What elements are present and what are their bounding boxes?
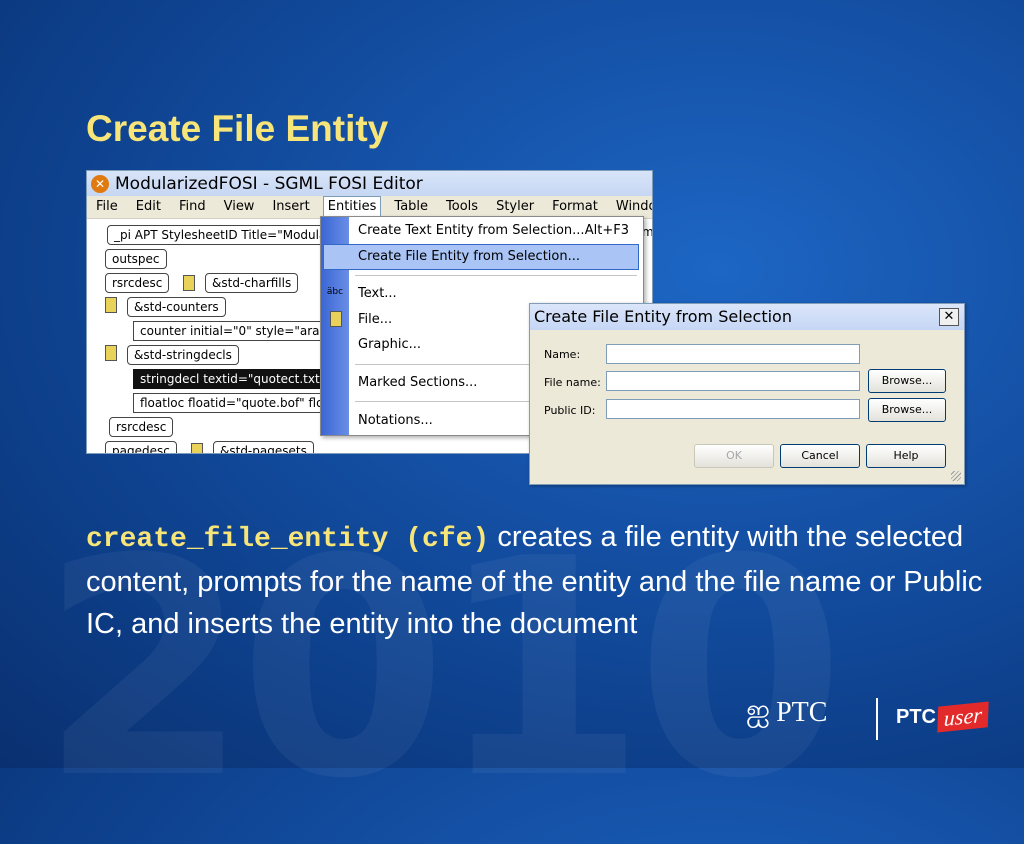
resize-grip-icon[interactable]: [951, 471, 961, 481]
menu-separator: [355, 275, 637, 276]
command-code: create_file_entity (cfe): [86, 524, 490, 555]
menu-window[interactable]: Windo: [607, 197, 652, 217]
menu-styler[interactable]: Styler: [487, 197, 543, 217]
entity-icon: [183, 275, 195, 291]
create-file-entity-dialog: Create File Entity from Selection ✕ Name…: [529, 303, 965, 485]
logo-divider: [876, 698, 878, 740]
ptc-user-logo: PTC user: [896, 701, 989, 733]
tag-std-counters[interactable]: &std-counters: [127, 297, 226, 317]
ptc-logo-text: PTC: [776, 697, 828, 728]
menu-table[interactable]: Table: [385, 197, 437, 217]
tag-pagedesc[interactable]: pagedesc: [105, 441, 177, 453]
text-entity-icon: äbc: [326, 287, 344, 297]
menu-notations-label: Notations...: [358, 413, 433, 428]
tag-std-stringdecls[interactable]: &std-stringdecls: [127, 345, 239, 365]
menu-text-label: Text...: [358, 286, 397, 301]
tag-counter[interactable]: counter initial="0" style="arabic": [133, 321, 350, 341]
ptc-logo: ஐ PTC: [746, 694, 827, 732]
menu-graphic-label: Graphic...: [358, 337, 422, 352]
cancel-button[interactable]: Cancel: [780, 444, 860, 468]
menu-create-file-entity[interactable]: Create File Entity from Selection...: [323, 244, 639, 270]
menu-create-text-entity-label: Create Text Entity from Selection...: [358, 223, 585, 238]
entity-icon: [105, 345, 117, 361]
entity-icon: [191, 443, 203, 453]
tag-std-charfills[interactable]: &std-charfills: [205, 273, 299, 293]
tag-pi[interactable]: _pi APT StylesheetID Title="Modular: [107, 225, 339, 245]
menu-edit[interactable]: Edit: [127, 197, 170, 217]
user-badge: user: [937, 701, 989, 733]
menu-tools[interactable]: Tools: [437, 197, 487, 217]
ok-button[interactable]: OK: [694, 444, 774, 468]
entity-icon: [105, 297, 117, 313]
file-entity-icon: [330, 311, 342, 327]
tag-floatloc[interactable]: floatloc floatid="quote.bof" floatt: [133, 393, 348, 413]
app-logo-icon: ✕: [91, 174, 109, 193]
close-icon[interactable]: ✕: [939, 308, 959, 326]
public-id-field[interactable]: [606, 399, 860, 419]
menu-file-label: File...: [358, 312, 393, 327]
menu-find[interactable]: Find: [170, 197, 215, 217]
menu-format[interactable]: Format: [543, 197, 607, 217]
ptc-user-prefix: PTC: [896, 705, 936, 728]
ptc-swirl-icon: ஐ: [746, 694, 771, 727]
tag-std-pagesets[interactable]: &std-pagesets: [213, 441, 314, 453]
menu-view[interactable]: View: [215, 197, 264, 217]
editor-title: ModularizedFOSI - SGML FOSI Editor: [115, 173, 423, 194]
file-name-field[interactable]: [606, 371, 860, 391]
file-name-label: File name:: [544, 376, 601, 389]
editor-titlebar: ✕ ModularizedFOSI - SGML FOSI Editor: [87, 171, 652, 196]
menu-file[interactable]: File: [87, 197, 127, 217]
tag-outspec[interactable]: outspec: [105, 249, 167, 269]
name-label: Name:: [544, 348, 581, 361]
name-field[interactable]: [606, 344, 860, 364]
menu-entities[interactable]: Entities: [322, 196, 382, 218]
description-text: create_file_entity (cfe) creates a file …: [86, 516, 996, 645]
browse-public-id-button[interactable]: Browse...: [868, 398, 946, 422]
dialog-titlebar: Create File Entity from Selection ✕: [530, 304, 964, 330]
menu-marked-sections-label: Marked Sections...: [358, 375, 478, 390]
tag-rsrcdesc-end[interactable]: rsrcdesc: [109, 417, 174, 437]
tag-rsrcdesc[interactable]: rsrcdesc: [105, 273, 170, 293]
slide-title: Create File Entity: [86, 108, 389, 149]
help-button[interactable]: Help: [866, 444, 946, 468]
menu-create-text-entity[interactable]: Create Text Entity from Selection... Alt…: [358, 219, 639, 243]
shortcut-label: Alt+F3: [584, 223, 629, 238]
menu-insert[interactable]: Insert: [263, 197, 318, 217]
menu-create-file-entity-label: Create File Entity from Selection...: [358, 249, 580, 264]
public-id-label: Public ID:: [544, 404, 596, 417]
browse-file-button[interactable]: Browse...: [868, 369, 946, 393]
dialog-title: Create File Entity from Selection: [534, 307, 792, 326]
